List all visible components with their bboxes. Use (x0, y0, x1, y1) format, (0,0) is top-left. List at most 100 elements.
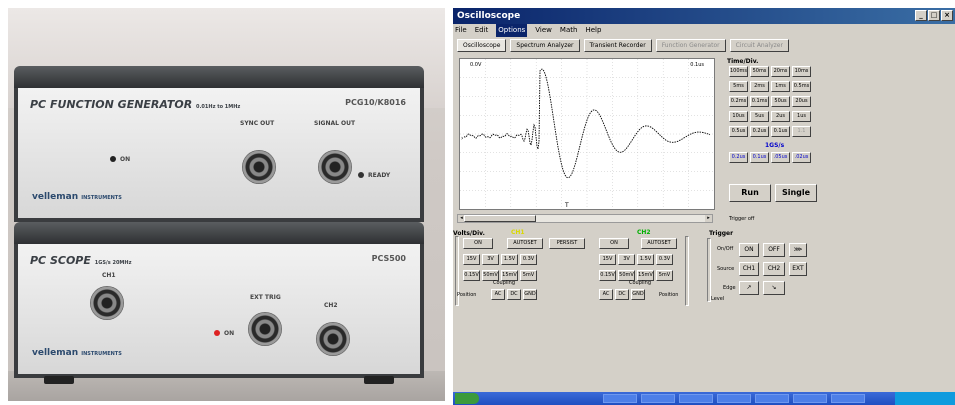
ch2-range-0p15V-button[interactable]: 0.15V (599, 270, 616, 281)
trigger-off-button[interactable]: OFF (763, 243, 785, 257)
device-foot (364, 376, 394, 384)
time-div-2us-button[interactable]: 2us (771, 111, 790, 122)
time-div-100ms-button[interactable]: 100ms (729, 66, 748, 77)
taskbar-item[interactable] (831, 394, 865, 403)
ch1-range-1p5V-button[interactable]: 1.5V (501, 254, 518, 265)
ch2-coupling-gnd-button[interactable]: GND (631, 289, 645, 300)
time-div-20ms-button[interactable]: 20ms (771, 66, 790, 77)
ch1-label: CH1 (511, 229, 525, 236)
persist-button[interactable]: PERSIST (549, 238, 585, 249)
taskbar-item[interactable] (603, 394, 637, 403)
ch2-range-5mV-button[interactable]: 5mV (656, 270, 673, 281)
menu-options[interactable]: Options (496, 24, 528, 37)
trigger-level-slider[interactable] (707, 238, 711, 302)
time-div-1p1-button[interactable]: 1.1 (792, 126, 811, 137)
time-div-5ms-button[interactable]: 5ms (729, 81, 748, 92)
ch1-range-15V-button[interactable]: 15V (463, 254, 480, 265)
ch2-range-0p3V-button[interactable]: 0.3V (656, 254, 673, 265)
trigger-on-button[interactable]: ON (739, 243, 759, 257)
ready-label: READY (368, 172, 391, 179)
trigger-onoff-label: On/Off (717, 246, 734, 252)
ch2-on-button[interactable]: ON (599, 238, 629, 249)
taskbar-item[interactable] (793, 394, 827, 403)
time-div-0p5us-button[interactable]: 0.5us (729, 126, 748, 137)
ch1-coupling-gnd-button[interactable]: GND (523, 289, 537, 300)
rising-edge-icon[interactable]: ↗ (739, 281, 759, 295)
scroll-thumb[interactable] (464, 215, 536, 222)
time-div-0p2ms-button[interactable]: 0.2ms (729, 96, 748, 107)
time-div-1us-button[interactable]: 1us (792, 111, 811, 122)
ch1-range-3V-button[interactable]: 3V (482, 254, 499, 265)
time-div-fast-p05us-button[interactable]: .05us (771, 152, 790, 163)
single-button[interactable]: Single (775, 184, 817, 202)
ch2-range-15V-button[interactable]: 15V (599, 254, 616, 265)
tab-circuit-analyzer[interactable]: Circuit Analyzer (729, 39, 789, 52)
start-button[interactable] (455, 393, 479, 404)
ch2-range-1p5V-button[interactable]: 1.5V (637, 254, 654, 265)
maximize-button[interactable]: □ (928, 10, 940, 21)
trigger-source-ch1[interactable]: CH1 (739, 262, 759, 276)
scope-display[interactable]: T › 0.0V 0.1us (459, 58, 715, 210)
taskbar-item[interactable] (679, 394, 713, 403)
time-div-1ms-button[interactable]: 1ms (771, 81, 790, 92)
time-div-5us-button[interactable]: 5us (750, 111, 769, 122)
trigger-source-ext[interactable]: EXT (789, 262, 807, 276)
menu-file[interactable]: File (455, 24, 467, 37)
menu-help[interactable]: Help (585, 24, 601, 37)
time-div-0p1ms-button[interactable]: 0.1ms (750, 96, 769, 107)
close-button[interactable]: × (941, 10, 953, 21)
time-div-fast-0p2us-button[interactable]: 0.2us (729, 152, 748, 163)
tab-oscilloscope[interactable]: Oscilloscope (457, 39, 507, 52)
sync-out-connector (242, 150, 276, 184)
time-div-50ms-button[interactable]: 50ms (750, 66, 769, 77)
ch1-coupling-label: Coupling (493, 280, 516, 286)
menu-view[interactable]: View (535, 24, 552, 37)
function-generator-device: PC FUNCTION GENERATOR 0.01Hz to 1MHz PCG… (14, 66, 424, 222)
taskbar-item[interactable] (641, 394, 675, 403)
ch2-position-slider[interactable] (685, 236, 689, 306)
menu-edit[interactable]: Edit (475, 24, 489, 37)
time-div-20us-button[interactable]: 20us (792, 96, 811, 107)
ch2-autoset-button[interactable]: AUTOSET (641, 238, 677, 249)
menu-math[interactable]: Math (560, 24, 578, 37)
trigger-source-ch2[interactable]: CH2 (763, 262, 785, 276)
ch2-coupling-dc-button[interactable]: DC (615, 289, 629, 300)
title-bar: Oscilloscope _ □ × (453, 8, 955, 24)
ch2-coupling-ac-button[interactable]: AC (599, 289, 613, 300)
ch1-coupling-ac-button[interactable]: AC (491, 289, 505, 300)
run-button[interactable]: Run (729, 184, 771, 202)
time-div-fast-p02us-button[interactable]: .02us (792, 152, 811, 163)
falling-edge-icon[interactable]: ↘ (763, 281, 785, 295)
ch1-coupling-dc-button[interactable]: DC (507, 289, 521, 300)
ch1-on-button[interactable]: ON (463, 238, 493, 249)
time-div-10us-button[interactable]: 10us (729, 111, 748, 122)
ch1-position-label: Position (457, 292, 477, 298)
time-div-fast-0p1us-button[interactable]: 0.1us (750, 152, 769, 163)
function-generator-title: PC FUNCTION GENERATOR 0.01Hz to 1MHz (30, 98, 240, 111)
tab-spectrum-analyzer[interactable]: Spectrum Analyzer (510, 39, 580, 52)
trigger-mode-icon[interactable]: ⋙ (789, 243, 807, 257)
scroll-right-arrow[interactable]: ▸ (705, 215, 712, 222)
ch2-range-3V-button[interactable]: 3V (618, 254, 635, 265)
horizontal-scrollbar[interactable]: ◂ ▸ (457, 214, 713, 223)
pc-scope-brand: velleman INSTRUMENTS (32, 348, 122, 358)
time-div-10ms-button[interactable]: 10ms (792, 66, 811, 77)
taskbar-item[interactable] (717, 394, 751, 403)
pc-scope-subtitle: 1GS/s 20MHz (94, 260, 132, 266)
time-div-0p2us-button[interactable]: 0.2us (750, 126, 769, 137)
device-top-cover (14, 66, 424, 88)
time-div-0p5ms-button[interactable]: 0.5ms (792, 81, 811, 92)
oscilloscope-window: Oscilloscope _ □ × File Edit Options Vie… (453, 8, 955, 405)
time-div-0p1us-button[interactable]: 0.1us (771, 126, 790, 137)
ch1-range-0p3V-button[interactable]: 0.3V (520, 254, 537, 265)
ch1-range-5mV-button[interactable]: 5mV (520, 270, 537, 281)
ch1-autoset-button[interactable]: AUTOSET (507, 238, 543, 249)
tab-function-generator[interactable]: Function Generator (655, 39, 726, 52)
tab-transient-recorder[interactable]: Transient Recorder (583, 39, 652, 52)
taskbar-item[interactable] (755, 394, 789, 403)
time-div-2ms-button[interactable]: 2ms (750, 81, 769, 92)
signal-out-connector (318, 150, 352, 184)
minimize-button[interactable]: _ (915, 10, 927, 21)
time-div-50us-button[interactable]: 50us (771, 96, 790, 107)
ch1-range-0p15V-button[interactable]: 0.15V (463, 270, 480, 281)
